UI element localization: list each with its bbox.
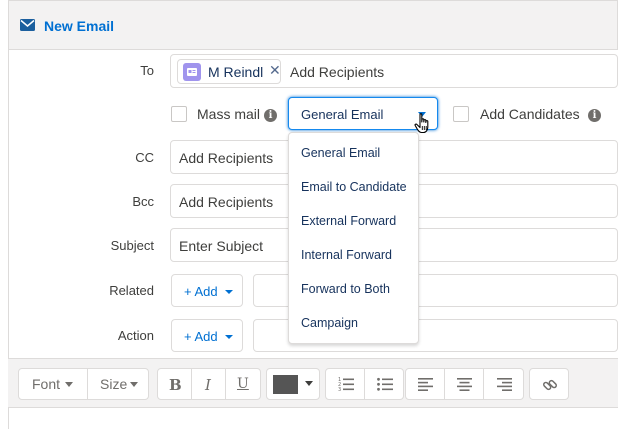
email-body-editor[interactable] [8,408,618,429]
menu-item-campaign[interactable]: Campaign [289,306,418,340]
align-right-icon [497,378,512,391]
bold-icon: B [169,376,182,394]
menu-item-general-email[interactable]: General Email [289,136,418,170]
bcc-input[interactable]: Add Recipients [179,194,273,210]
align-right-button[interactable] [483,368,524,400]
menu-item-external-forward[interactable]: External Forward [289,204,418,238]
font-label: Font [32,376,61,392]
composer-header: New Email [8,0,618,50]
to-input[interactable]: Add Recipients [290,64,384,80]
chevron-down-icon [225,335,233,339]
related-label: Related [109,283,154,298]
align-center-icon [457,378,472,391]
underline-button[interactable]: U [225,368,261,400]
new-email-composer: New Email To M Reindl ✕ Add Recipients M… [0,0,618,429]
menu-item-email-to-candidate[interactable]: Email to Candidate [289,170,418,204]
chevron-down-icon [305,381,313,386]
mass-mail-label: Mass mail [197,106,261,122]
italic-button[interactable]: I [191,368,226,400]
numbered-list-button[interactable]: 1 2 3 [325,368,365,400]
composer-title: New Email [44,18,115,34]
recipient-name: M Reindl [208,64,264,80]
email-template-value: General Email [301,107,384,122]
add-candidates-info-icon[interactable]: i [588,109,601,122]
chevron-down-icon [65,382,73,387]
to-field[interactable]: M Reindl ✕ Add Recipients [170,54,618,88]
size-dropdown[interactable]: Size [87,368,149,400]
envelope-icon [20,19,35,31]
underline-icon: U [237,376,249,392]
mass-mail-checkbox[interactable] [171,106,187,122]
italic-icon: I [205,376,211,394]
link-icon [543,379,557,391]
align-left-icon [418,378,433,391]
chevron-down-icon [130,382,138,387]
bulleted-list-icon [377,377,393,391]
action-label: Action [117,328,154,343]
action-add-label: + Add [184,329,218,344]
font-dropdown[interactable]: Font [18,368,88,400]
remove-recipient-icon[interactable]: ✕ [269,62,281,79]
bcc-label: Bcc [132,194,154,209]
menu-item-internal-forward[interactable]: Internal Forward [289,238,418,272]
insert-link-button[interactable] [529,368,569,400]
cc-label: CC [135,150,154,165]
subject-input[interactable]: Enter Subject [179,238,263,254]
related-add-label: + Add [184,284,218,299]
cc-input[interactable]: Add Recipients [179,150,273,166]
text-color-swatch [273,375,298,394]
align-center-button[interactable] [444,368,484,400]
related-add-button[interactable]: + Add [171,274,243,307]
bold-button[interactable]: B [157,368,192,400]
recipient-pill[interactable]: M Reindl ✕ [177,59,281,84]
text-color-picker[interactable] [266,368,320,400]
add-candidates-checkbox[interactable] [453,106,469,122]
align-left-button[interactable] [405,368,445,400]
numbered-list-icon: 1 2 3 [338,377,354,391]
subject-label: Subject [110,238,154,253]
size-label: Size [100,376,128,392]
svg-text:3: 3 [338,387,341,391]
mass-mail-info-icon[interactable]: i [264,109,277,122]
email-template-menu: General Email Email to Candidate Externa… [288,132,419,344]
chevron-down-icon [225,290,233,294]
contact-card-icon [183,63,201,81]
hand-cursor-icon [414,113,429,134]
action-add-button[interactable]: + Add [171,319,243,352]
bulleted-list-button[interactable] [364,368,404,400]
add-candidates-label: Add Candidates [480,106,580,122]
to-label: To [140,63,154,78]
rich-text-toolbar: Font Size B I U 1 2 3 [8,358,618,408]
menu-item-forward-to-both[interactable]: Forward to Both [289,272,418,306]
